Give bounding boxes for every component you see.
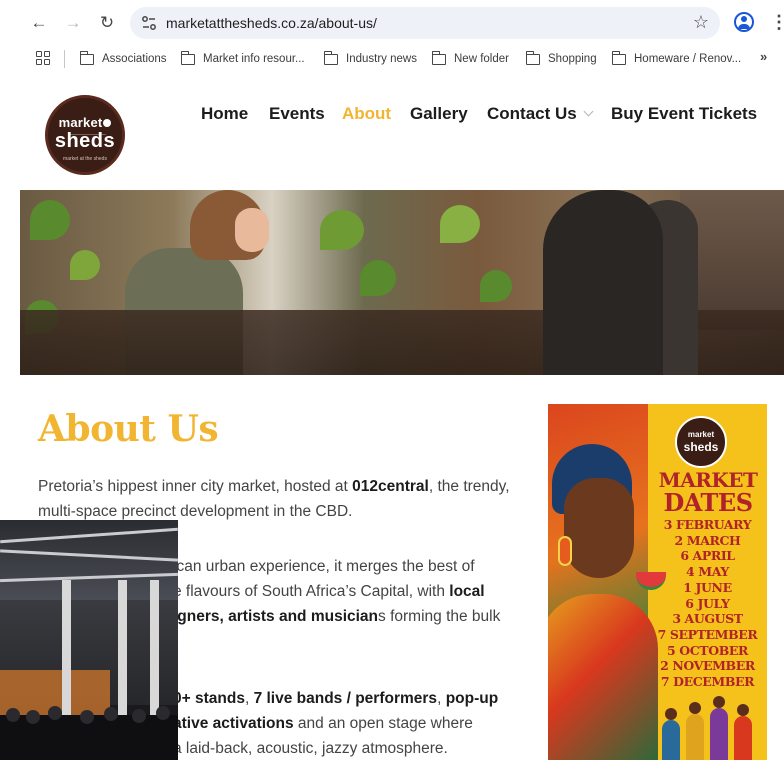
- bookmark-associations[interactable]: Associations: [79, 49, 167, 69]
- bookmark-shopping[interactable]: Shopping: [525, 49, 597, 69]
- bookmarks-divider: [64, 50, 65, 68]
- market-date: 7 DECEMBER: [660, 674, 755, 690]
- hero-market-photo: [20, 190, 784, 375]
- nav-contact-label: Contact Us: [487, 104, 577, 123]
- bookmark-label: Industry news: [346, 53, 417, 65]
- folder-icon: [525, 50, 540, 65]
- site-logo[interactable]: market sheds market at the sheds: [45, 95, 125, 175]
- market-date: 4 MAY: [686, 564, 729, 580]
- profile-avatar-icon[interactable]: [734, 12, 754, 32]
- bookmark-label: Market info resour...: [203, 53, 305, 65]
- market-date: 1 JUNE: [683, 579, 732, 595]
- bookmark-market-info[interactable]: Market info resour...: [180, 49, 305, 69]
- market-date: 2 MARCH: [674, 532, 741, 548]
- bookmark-label: New folder: [454, 53, 509, 65]
- logo-text-main: sheds: [54, 130, 116, 152]
- market-date: 2 NOVEMBER: [660, 658, 755, 674]
- chevron-down-icon: [583, 106, 594, 117]
- logo-tagline: market at the sheds: [63, 156, 107, 162]
- nav-contact-us[interactable]: Contact Us: [487, 104, 594, 130]
- bookmarks-bar: Associations Market info resour... Indus…: [0, 46, 784, 72]
- market-date: 5 OCTOBER: [667, 642, 748, 658]
- market-date: 3 AUGUST: [672, 611, 743, 627]
- bookmark-new-folder[interactable]: New folder: [431, 49, 509, 69]
- back-arrow-icon[interactable]: ←: [26, 10, 52, 36]
- poster-logo: market sheds: [675, 416, 727, 468]
- nav-home[interactable]: Home: [201, 104, 248, 130]
- market-date: 3 FEBRUARY: [663, 517, 752, 532]
- forward-arrow-icon[interactable]: →: [60, 10, 86, 36]
- bookmark-label: Homeware / Renov...: [634, 53, 742, 65]
- nav-gallery[interactable]: Gallery: [410, 104, 468, 130]
- reload-icon[interactable]: ↻: [94, 10, 120, 36]
- address-bar-row: ← → ↻ marketatthesheds.co.za/about-us/ ☆…: [0, 0, 784, 46]
- folder-icon: [323, 50, 338, 65]
- site-info-icon[interactable]: [140, 14, 158, 32]
- address-bar[interactable]: marketatthesheds.co.za/about-us/: [130, 7, 720, 39]
- folder-icon: [79, 50, 94, 65]
- nav-events[interactable]: Events: [269, 104, 325, 130]
- poster-heading-dates: DATES: [663, 488, 753, 517]
- url-text[interactable]: marketatthesheds.co.za/about-us/: [166, 15, 377, 31]
- logo-text-top: market: [48, 115, 122, 130]
- about-paragraph-intro: Pretoria’s hippest inner city market, ho…: [38, 478, 510, 520]
- poster-people-illustration: [658, 694, 767, 760]
- venue-name: 012central: [352, 478, 429, 495]
- browser-chrome: ← → ↻ marketatthesheds.co.za/about-us/ ☆…: [0, 0, 784, 82]
- folder-icon: [431, 50, 446, 65]
- venue-night-photo: [0, 520, 178, 760]
- apps-grid-icon[interactable]: [36, 51, 50, 65]
- page-title: About Us: [38, 408, 219, 450]
- poster-date-list: 3 FEBRUARY 2 MARCH 6 APRIL 4 MAY 1 JUNE …: [648, 517, 767, 690]
- folder-icon: [180, 50, 195, 65]
- market-dates-poster[interactable]: market sheds MARKET DATES 3 FEBRUARY 2 M…: [548, 404, 767, 760]
- bookmark-industry-news[interactable]: Industry news: [323, 49, 417, 69]
- market-date: 7 SEPTEMBER: [657, 626, 758, 642]
- market-date: 6 APRIL: [680, 548, 735, 564]
- market-date: 6 JULY: [685, 595, 730, 611]
- bookmark-homeware[interactable]: Homeware / Renov...: [611, 49, 742, 69]
- nav-buy-tickets[interactable]: Buy Event Tickets: [611, 104, 757, 130]
- bookmark-label: Shopping: [548, 53, 597, 65]
- menu-kebab-icon[interactable]: ⋮: [770, 12, 784, 32]
- folder-icon: [611, 50, 626, 65]
- bookmarks-overflow-button[interactable]: »: [760, 49, 767, 64]
- nav-about[interactable]: About: [342, 104, 391, 130]
- bookmark-star-icon[interactable]: ☆: [690, 11, 712, 33]
- bookmark-label: Associations: [102, 53, 167, 65]
